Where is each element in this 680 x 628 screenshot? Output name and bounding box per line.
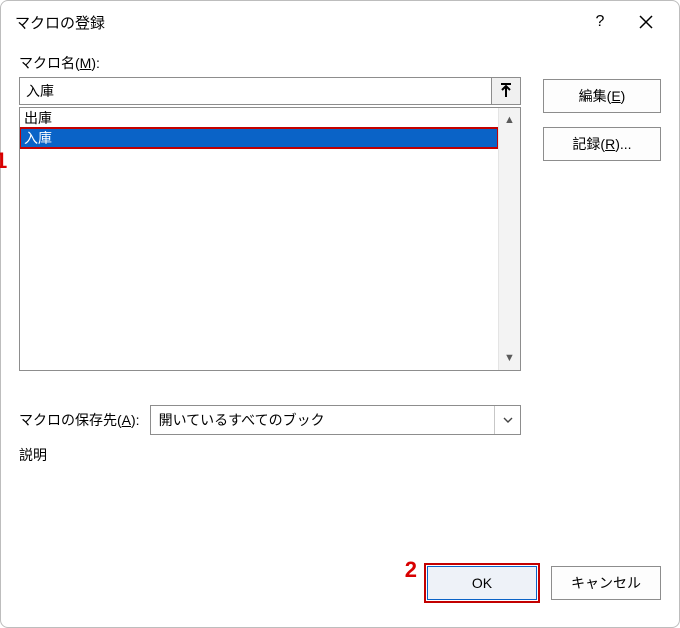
assign-macro-dialog: マクロの登録 ? 1 マクロ名(M): bbox=[0, 0, 680, 628]
macro-name-row bbox=[19, 77, 521, 105]
list-item[interactable]: 入庫 bbox=[20, 128, 498, 148]
reference-icon bbox=[499, 83, 513, 99]
right-column: 編集(E) 記録(R)... bbox=[543, 53, 661, 553]
content-area: 1 マクロ名(M): 出庫 入庫 bbox=[1, 43, 679, 557]
close-icon bbox=[639, 15, 653, 29]
macro-listbox[interactable]: 出庫 入庫 ▲ ▼ bbox=[19, 107, 521, 371]
record-button[interactable]: 記録(R)... bbox=[543, 127, 661, 161]
annotation-2: 2 bbox=[405, 557, 417, 583]
cancel-button[interactable]: キャンセル bbox=[551, 566, 661, 600]
close-button[interactable] bbox=[623, 6, 669, 38]
description-label: 説明 bbox=[19, 445, 521, 465]
macro-name-input[interactable] bbox=[19, 77, 491, 105]
scroll-down-icon[interactable]: ▼ bbox=[499, 346, 520, 370]
macros-in-row: マクロの保存先(A): 開いているすべてのブック bbox=[19, 405, 521, 435]
scroll-up-icon[interactable]: ▲ bbox=[499, 108, 520, 132]
macros-in-label: マクロの保存先(A): bbox=[19, 410, 140, 430]
macro-name-label: マクロ名(M): bbox=[19, 53, 521, 73]
reference-button[interactable] bbox=[491, 77, 521, 105]
help-button[interactable]: ? bbox=[577, 6, 623, 38]
macro-list-inner: 出庫 入庫 bbox=[20, 108, 498, 370]
titlebar: マクロの登録 ? bbox=[1, 1, 679, 43]
button-bar: 2 OK キャンセル bbox=[1, 557, 679, 627]
dialog-title: マクロの登録 bbox=[15, 12, 577, 33]
chevron-down-icon bbox=[494, 406, 520, 434]
edit-button[interactable]: 編集(E) bbox=[543, 79, 661, 113]
macros-in-select[interactable]: 開いているすべてのブック bbox=[150, 405, 521, 435]
list-item[interactable]: 出庫 bbox=[20, 108, 498, 128]
ok-button[interactable]: OK bbox=[427, 566, 537, 600]
left-column: マクロ名(M): 出庫 入庫 ▲ bbox=[19, 53, 521, 553]
scrollbar[interactable]: ▲ ▼ bbox=[498, 108, 520, 370]
macros-in-value: 開いているすべてのブック bbox=[151, 410, 494, 430]
annotation-1: 1 bbox=[0, 148, 7, 174]
